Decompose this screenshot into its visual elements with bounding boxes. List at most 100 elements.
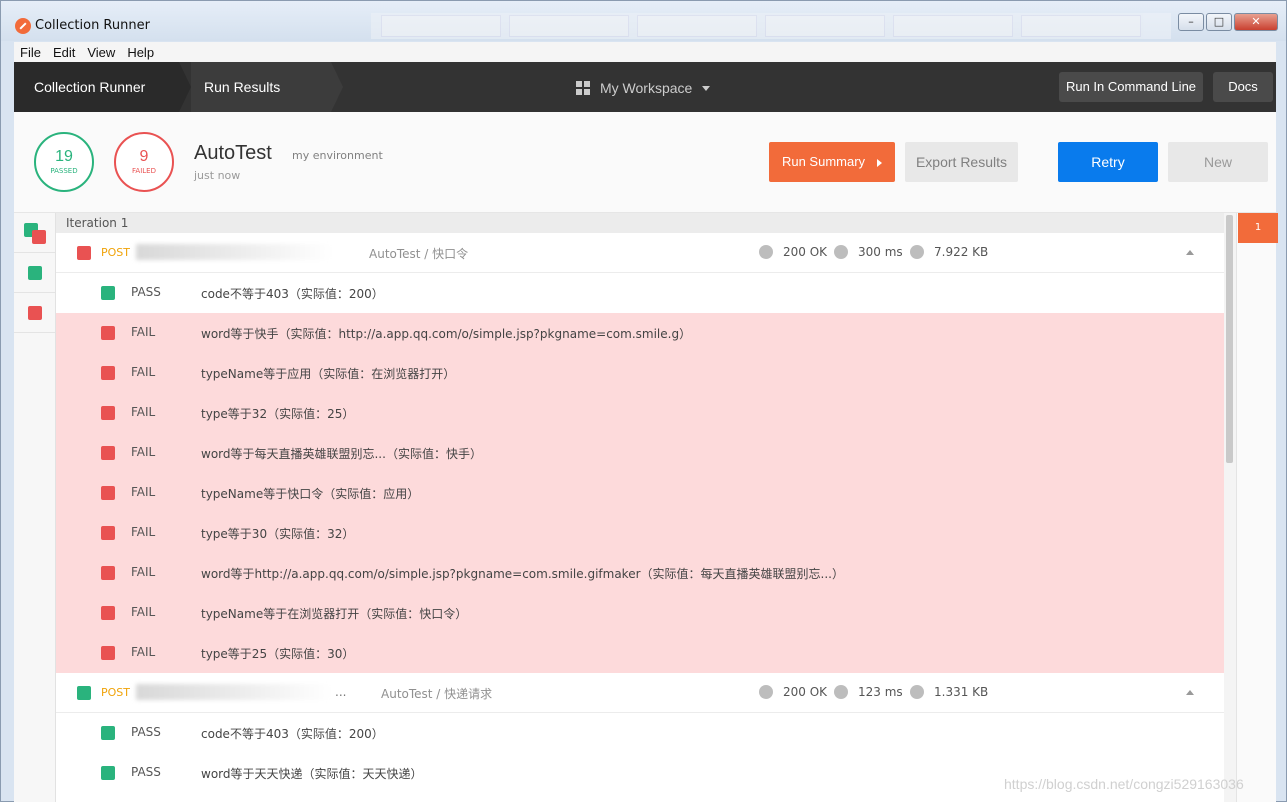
request-method: POST [101,686,130,699]
time-value: 123 ms [858,685,903,699]
test-status: FAIL [131,645,156,659]
test-status: FAIL [131,565,156,579]
run-in-command-line-button[interactable]: Run In Command Line [1059,72,1203,102]
filter-all[interactable] [14,213,55,253]
test-row: FAIL word等于每天直播英雄联盟别忘...（实际值：快手） [56,433,1224,473]
test-status: FAIL [131,605,156,619]
fail-square-icon [101,646,115,660]
fail-square-icon [32,230,46,244]
size-value: 7.922 KB [934,245,989,259]
test-row: FAIL word等于快手（实际值：http://a.app.qq.com/o/… [56,313,1224,353]
test-name: typeName等于在浏览器打开（实际值：快口令） [201,607,468,621]
test-status: FAIL [131,365,156,379]
scrollbar-thumb[interactable] [1226,215,1233,463]
maximize-icon[interactable]: □ [1206,13,1232,31]
background-tab [509,15,629,37]
minimize-icon[interactable]: – [1178,13,1204,31]
test-name: type等于25（实际值：30） [201,647,355,661]
fail-square-icon [101,606,115,620]
title-bar: Collection Runner – □ ✕ [1,1,1286,41]
export-results-button[interactable]: Export Results [905,142,1018,182]
workspace-grid-icon [576,81,590,95]
response-status: 200 OK [759,685,827,699]
test-name: typeName等于快口令（实际值：应用） [201,487,420,501]
breadcrumb-collection-runner[interactable]: Collection Runner [14,62,191,112]
request-row[interactable]: POST AutoTest / 快口令 200 OK 300 ms 7.922 … [56,233,1224,273]
passed-count-badge: 19 PASSED [34,132,94,192]
response-time: 300 ms [834,245,903,259]
menu-file[interactable]: File [20,45,41,60]
breadcrumb-run-results[interactable]: Run Results [191,62,343,112]
watermark: https://blog.csdn.net/congzi529163036 [1004,776,1244,792]
test-status: FAIL [131,485,156,499]
collapse-chevron-up-icon[interactable] [1186,250,1194,255]
pass-square-icon [101,766,115,780]
close-icon[interactable]: ✕ [1234,13,1278,31]
app-window: Collection Runner – □ ✕ File Edit View H… [0,0,1287,802]
filter-passed[interactable] [14,253,55,293]
url-ellipsis: ... [335,685,347,699]
test-name: code不等于403（实际值：200） [201,287,384,301]
environment-name: my environment [292,149,383,162]
test-status: PASS [131,725,161,739]
run-summary-panel: 19 PASSED 9 FAILED AutoTest my environme… [14,112,1276,213]
request-row[interactable]: POST ... AutoTest / 快递请求 200 OK 123 ms 1… [56,673,1224,713]
fail-square-icon [77,246,91,260]
test-row: FAIL word等于http://a.app.qq.com/o/simple.… [56,553,1224,593]
fail-square-icon [101,566,115,580]
menu-edit[interactable]: Edit [53,45,75,60]
test-status: FAIL [131,325,156,339]
test-row: FAIL type等于25（实际值：30） [56,633,1224,673]
results-scrollbar[interactable] [1224,213,1236,802]
fail-square-icon [101,406,115,420]
test-row: FAIL type等于32（实际值：25） [56,393,1224,433]
app-header: Collection Runner Run Results My Workspa… [14,62,1276,112]
test-status: FAIL [131,445,156,459]
docs-button[interactable]: Docs [1213,72,1273,102]
background-tab [765,15,885,37]
menu-help[interactable]: Help [127,45,154,60]
test-status: FAIL [131,405,156,419]
request-path: AutoTest / 快口令 [369,247,469,261]
test-status: PASS [131,765,161,779]
redacted-url [136,684,331,700]
retry-button[interactable]: Retry [1058,142,1158,182]
background-tab [1021,15,1141,37]
run-summary-label: Run Summary [781,154,866,169]
background-tab [381,15,501,37]
failed-count-badge: 9 FAILED [114,132,174,192]
passed-label: PASSED [50,167,78,175]
background-tab [893,15,1013,37]
fail-square-icon [101,486,115,500]
collapse-chevron-up-icon[interactable] [1186,690,1194,695]
passed-count: 19 [55,148,73,165]
window-title: Collection Runner [35,18,150,33]
iteration-1-tab[interactable]: 1 [1238,213,1278,243]
response-time: 123 ms [834,685,903,699]
workspace-selector[interactable]: My Workspace [576,77,711,99]
response-status: 200 OK [759,245,827,259]
pass-square-icon [77,686,91,700]
status-value: 200 OK [783,245,828,259]
new-button[interactable]: New [1168,142,1268,182]
fail-square-icon [101,526,115,540]
menu-bar: File Edit View Help [14,42,1276,62]
test-row: FAIL type等于30（实际值：32） [56,513,1224,553]
test-name: type等于30（实际值：32） [201,527,355,541]
iteration-column: 1 [1236,213,1278,802]
response-size: 1.331 KB [910,685,988,699]
request-method: POST [101,246,130,259]
chevron-down-icon [702,85,711,91]
menu-view[interactable]: View [87,45,115,60]
postman-logo-icon [15,18,31,34]
test-status: FAIL [131,525,156,539]
filter-failed[interactable] [14,293,55,333]
response-size: 7.922 KB [910,245,988,259]
pass-square-icon [101,286,115,300]
pass-square-icon [101,726,115,740]
test-name: code不等于403（实际值：200） [201,727,384,741]
test-name: word等于天天快递（实际值：天天快递） [201,767,423,781]
status-value: 200 OK [783,685,828,699]
test-row: FAIL typeName等于应用（实际值：在浏览器打开） [56,353,1224,393]
run-summary-button[interactable]: Run Summary [769,142,895,182]
